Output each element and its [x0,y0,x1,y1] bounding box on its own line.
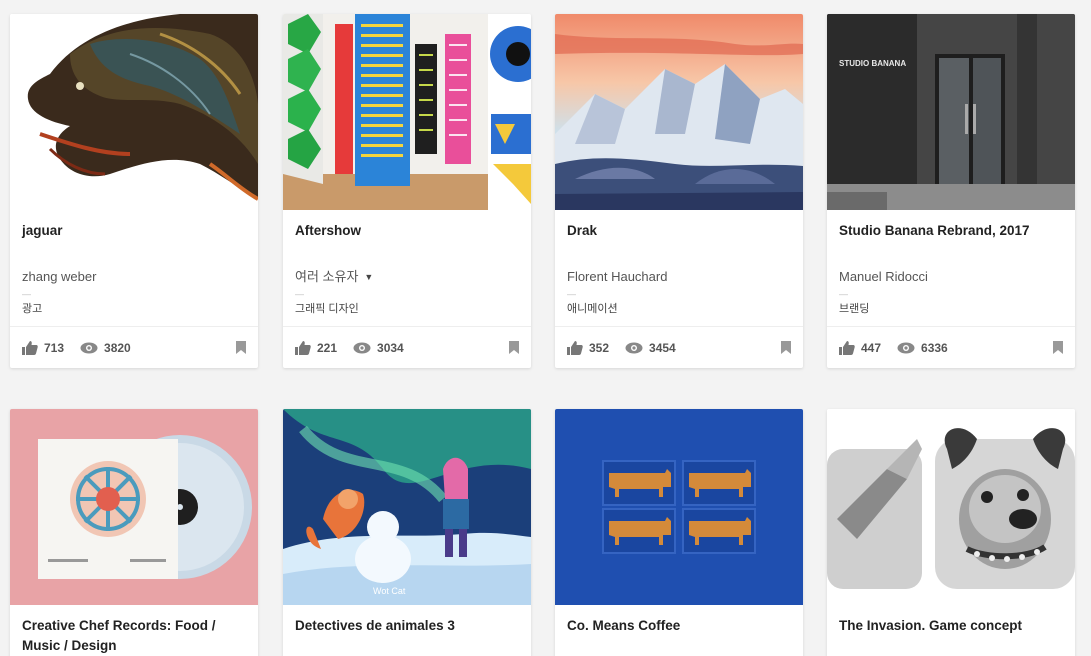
jaguar-artwork [10,14,258,210]
like-count[interactable]: 352 [567,340,610,355]
eye-icon [80,342,98,354]
project-owner[interactable]: zhang weber [22,266,246,288]
project-field: 그래픽 디자인 [295,303,359,315]
project-card-the-invasion[interactable]: The Invasion. Game concept [827,409,1075,656]
project-thumbnail[interactable] [283,14,531,210]
view-count: 6336 [897,341,948,355]
project-owner[interactable]: Florent Hauchard [567,266,791,288]
bookmark-icon [1053,341,1063,354]
view-value: 6336 [921,340,948,355]
project-thumbnail[interactable] [555,14,803,210]
eye-icon [625,342,643,354]
like-count[interactable]: 447 [839,340,882,355]
project-thumbnail[interactable] [10,409,258,605]
project-thumbnail[interactable]: Wot Cat [283,409,531,605]
project-title[interactable]: Aftershow [295,210,519,266]
detectives-artwork: Wot Cat [283,409,531,605]
project-owner[interactable]: Manuel Ridocci [839,266,1063,288]
bookmark-button[interactable] [781,341,791,354]
separator: — [839,289,849,299]
eye-icon [353,342,371,354]
project-thumbnail[interactable] [10,14,258,210]
bookmark-icon [236,341,246,354]
aftershow-artwork [283,14,531,210]
drak-artwork [555,14,803,210]
coffee-artwork [555,409,803,605]
project-thumbnail[interactable]: STUDIO BANANA [827,14,1075,210]
project-title[interactable]: Drak [567,210,791,266]
project-card-studio-banana[interactable]: STUDIO BANANA Studio Banana Rebrand, 201… [827,14,1075,368]
caret-down-icon[interactable]: ▼ [364,266,373,288]
thumbs-up-icon [22,340,38,355]
bookmark-icon [781,341,791,354]
project-card-aftershow[interactable]: Aftershow 여러 소유자 ▼ — 그래픽 디자인 221 3034 [283,14,531,368]
project-card-creative-chef-records[interactable]: Creative Chef Records: Food / Music / De… [10,409,258,656]
project-field: 브랜딩 [839,303,870,315]
project-card-drak[interactable]: Drak Florent Hauchard — 애니메이션 352 3454 [555,14,803,368]
like-value: 713 [44,340,65,355]
studio-banana-photo: STUDIO BANANA [827,14,1075,210]
project-field: 광고 [22,303,43,315]
owner-name[interactable]: Manuel Ridocci [839,266,928,288]
bookmark-button[interactable] [236,341,246,354]
view-value: 3454 [649,340,676,355]
thumbs-up-icon [839,340,855,355]
project-card-jaguar[interactable]: jaguar zhang weber — 광고 713 3820 [10,14,258,368]
project-card-detectives[interactable]: Wot Cat Detectives de animales 3 [283,409,531,656]
bookmark-button[interactable] [1053,341,1063,354]
owner-name[interactable]: 여러 소유자 [295,266,358,288]
like-count[interactable]: 713 [22,340,65,355]
project-stats: 713 3820 [10,326,258,368]
project-stats: 447 6336 [827,326,1075,368]
studio-sign-text: STUDIO BANANA [839,59,906,68]
owner-name[interactable]: Florent Hauchard [567,266,667,288]
thumbs-up-icon [567,340,583,355]
project-title[interactable]: Co. Means Coffee [567,605,791,656]
eye-icon [897,342,915,354]
records-artwork [10,409,258,605]
like-value: 352 [589,340,610,355]
separator: — [22,289,32,299]
project-thumbnail[interactable] [827,409,1075,605]
view-value: 3820 [104,340,131,355]
project-title[interactable]: The Invasion. Game concept [839,605,1063,656]
owner-name[interactable]: zhang weber [22,266,96,288]
project-stats: 221 3034 [283,326,531,368]
like-value: 447 [861,340,882,355]
like-value: 221 [317,340,338,355]
like-count[interactable]: 221 [295,340,338,355]
project-card-co-means-coffee[interactable]: Co. Means Coffee [555,409,803,656]
project-owner-multiple[interactable]: 여러 소유자 ▼ [295,266,519,288]
view-count: 3820 [80,341,131,355]
project-thumbnail[interactable] [555,409,803,605]
project-title[interactable]: jaguar [22,210,246,266]
view-count: 3034 [353,341,404,355]
bookmark-button[interactable] [509,341,519,354]
invasion-artwork [827,409,1075,605]
project-stats: 352 3454 [555,326,803,368]
separator: — [295,289,305,299]
detectives-caption-text: Wot Cat [373,586,406,596]
view-value: 3034 [377,340,404,355]
thumbs-up-icon [295,340,311,355]
view-count: 3454 [625,341,676,355]
bookmark-icon [509,341,519,354]
separator: — [567,289,577,299]
project-title[interactable]: Studio Banana Rebrand, 2017 [839,210,1063,266]
project-title[interactable]: Detectives de animales 3 [295,605,519,656]
project-field: 애니메이션 [567,303,618,315]
project-title[interactable]: Creative Chef Records: Food / Music / De… [22,605,246,656]
